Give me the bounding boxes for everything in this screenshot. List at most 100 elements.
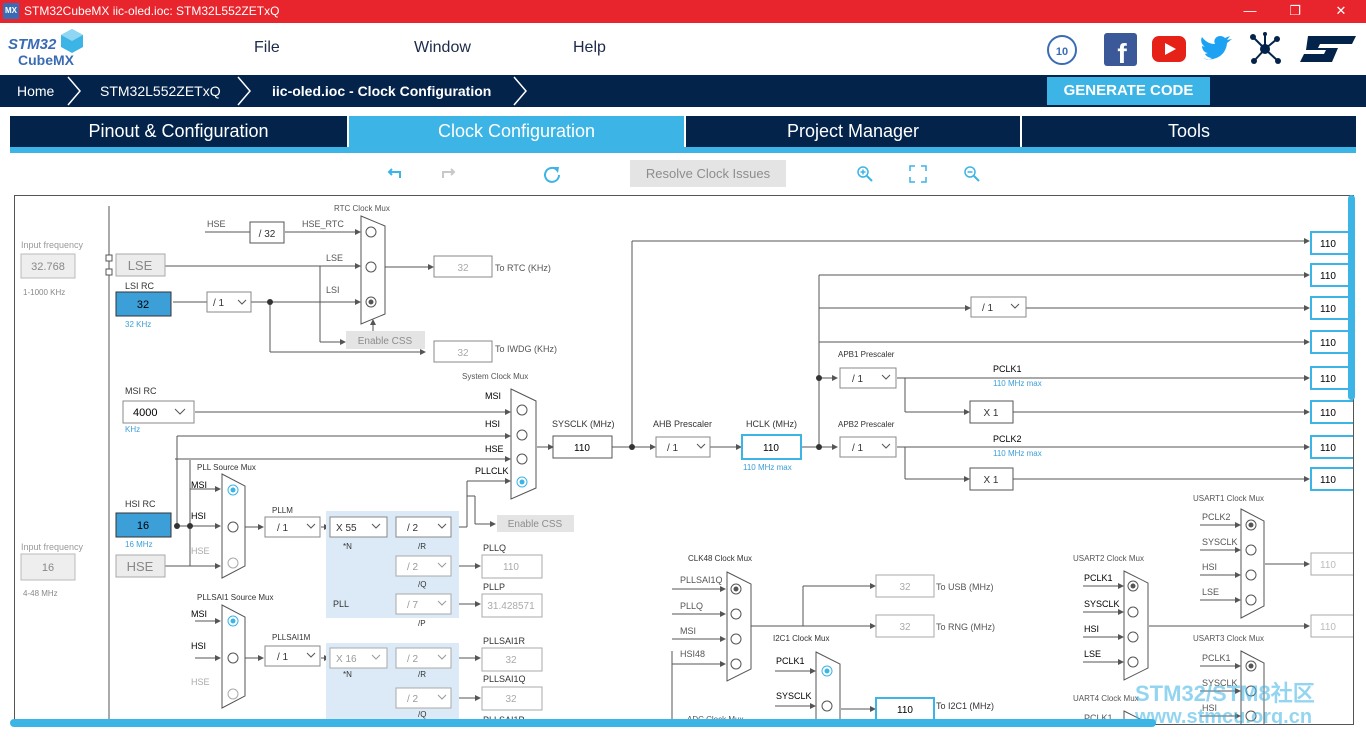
i2c1-pclk1-label: PCLK1 — [776, 656, 805, 666]
sysclk-label: SYSCLK (MHz) — [552, 419, 615, 429]
hsi-rc-label: HSI RC — [125, 499, 156, 509]
usart1-pclk2-label: PCLK2 — [1202, 512, 1231, 522]
apb1-prescaler-label: APB1 Prescaler — [838, 350, 895, 359]
stm32cubemx-logo: STM32 CubeMX — [8, 28, 88, 72]
usart1-sysclk-radio[interactable] — [1245, 544, 1257, 556]
menu-help[interactable]: Help — [573, 39, 606, 57]
menu-file[interactable]: File — [254, 39, 280, 57]
zoom-out-icon[interactable] — [962, 164, 982, 184]
usart2-hsi-radio[interactable] — [1127, 631, 1139, 643]
tab-tools[interactable]: Tools — [1022, 116, 1356, 147]
usart1-hsi-radio[interactable] — [1245, 569, 1257, 581]
pllsai1-mux-hsi-radio[interactable] — [227, 652, 239, 664]
horizontal-scrollbar[interactable] — [10, 719, 1156, 727]
enable-css-label: Enable CSS — [358, 336, 413, 347]
rtc-mux-lse-radio[interactable] — [365, 261, 377, 273]
output-value: 110 — [1320, 304, 1336, 315]
i2c1-clock-mux[interactable] — [815, 651, 841, 725]
restore-icon[interactable]: ❐ — [1272, 0, 1318, 23]
sys-mux-hse-radio[interactable] — [516, 453, 528, 465]
usb-output-value: 32 — [899, 582, 911, 593]
breadcrumb-project[interactable]: iic-oled.ioc - Clock Configuration — [272, 75, 491, 107]
usart2-pclk1-label: PCLK1 — [1084, 573, 1113, 583]
undo-icon[interactable] — [385, 164, 405, 184]
st-logo-icon[interactable] — [1298, 34, 1358, 64]
tab-pinout-configuration[interactable]: Pinout & Configuration — [10, 116, 347, 147]
facebook-icon[interactable]: f — [1104, 33, 1137, 66]
hse-input-frequency-label: Input frequency — [21, 542, 84, 552]
pllsai1-hse-label: HSE — [191, 677, 210, 687]
rtc-lsi-label: LSI — [326, 285, 340, 295]
fit-screen-icon[interactable] — [908, 164, 928, 184]
pclk2-label: PCLK2 — [993, 434, 1022, 444]
redo-icon[interactable] — [438, 164, 458, 184]
pll-mux-hse-radio[interactable] — [227, 557, 239, 569]
refresh-icon[interactable] — [542, 164, 562, 184]
output-value: 110 — [1320, 338, 1336, 349]
minimize-icon[interactable]: — — [1227, 0, 1273, 23]
pllp-label: PLLP — [483, 582, 505, 592]
to-iwdg-label: To IWDG (KHz) — [495, 344, 557, 354]
pllsai1r-div-value: / 2 — [407, 654, 419, 665]
breadcrumb: Home STM32L552ZETxQ iic-oled.ioc - Clock… — [0, 75, 1366, 107]
close-icon[interactable]: ✕ — [1318, 0, 1364, 23]
clk48-hsi48-radio[interactable] — [730, 658, 742, 670]
apb2-timer-multiplier-value: X 1 — [983, 475, 998, 486]
watermark-line2: www.stmcu.org.cn — [1134, 706, 1312, 725]
pllsai1-r-label: /R — [418, 670, 426, 679]
clk48-msi-radio[interactable] — [730, 633, 742, 645]
usart2-mux-label: USART2 Clock Mux — [1073, 554, 1144, 563]
pll-p-label: /P — [418, 619, 426, 628]
rtc-mux-hse-radio[interactable] — [365, 226, 377, 238]
cortex-timer-divider-select[interactable] — [970, 296, 1027, 318]
i2c1-sysclk-radio[interactable] — [821, 700, 833, 712]
lse-source-label: LSE — [128, 258, 153, 273]
pll-mux-hsi-radio[interactable] — [227, 521, 239, 533]
pclk2-max: 110 MHz max — [993, 449, 1042, 458]
anniversary-badge-icon[interactable]: 10 — [1046, 34, 1078, 66]
pllsai1m-value: / 1 — [277, 652, 289, 663]
breadcrumb-chevron-icon — [237, 76, 251, 106]
sys-mux-hsi-radio[interactable] — [516, 429, 528, 441]
resolve-clock-issues-button[interactable]: Resolve Clock Issues — [630, 160, 786, 187]
ahb-prescaler-value: / 1 — [667, 443, 679, 454]
youtube-icon[interactable] — [1152, 36, 1186, 62]
tab-clock-configuration[interactable]: Clock Configuration — [349, 116, 684, 147]
breadcrumb-device[interactable]: STM32L552ZETxQ — [100, 75, 221, 107]
pllsai1-mux-hse-radio[interactable] — [227, 688, 239, 700]
rtc-lse-label: LSE — [326, 253, 343, 263]
tab-project-manager[interactable]: Project Manager — [686, 116, 1020, 147]
junction-dot — [629, 444, 635, 450]
zoom-in-icon[interactable] — [855, 164, 875, 184]
pclk1-label: PCLK1 — [993, 364, 1022, 374]
network-icon[interactable] — [1248, 32, 1282, 66]
output-value: 110 — [1320, 408, 1336, 419]
twitter-icon[interactable] — [1200, 35, 1234, 65]
radio-selected-dot — [519, 479, 525, 485]
breadcrumb-home[interactable]: Home — [17, 75, 54, 107]
hse-label: HSE — [207, 219, 226, 229]
usart1-sysclk-label: SYSCLK — [1202, 537, 1238, 547]
usart2-output-value: 110 — [1320, 622, 1336, 633]
radio-selected-dot — [368, 299, 374, 305]
sys-mux-msi-radio[interactable] — [516, 404, 528, 416]
vertical-scrollbar[interactable] — [1348, 195, 1355, 400]
pll-mux-hse-label: HSE — [191, 546, 210, 556]
app-icon: MX — [3, 3, 19, 19]
clk48-pllq-radio[interactable] — [730, 608, 742, 620]
clk48-pllsai1q-label: PLLSAI1Q — [680, 575, 723, 585]
usart1-mux-label: USART1 Clock Mux — [1193, 494, 1264, 503]
pll-n-label: *N — [343, 542, 352, 551]
usart1-lse-radio[interactable] — [1245, 594, 1257, 606]
to-rtc-label: To RTC (KHz) — [495, 263, 551, 273]
usart2-sysclk-radio[interactable] — [1127, 606, 1139, 618]
breadcrumb-chevron-icon — [513, 76, 527, 106]
lsi-unit: 32 KHz — [125, 320, 151, 329]
usart3-pclk1-label: PCLK1 — [1202, 653, 1231, 663]
radio-selected-dot — [824, 668, 830, 674]
generate-code-button[interactable]: GENERATE CODE — [1047, 77, 1210, 105]
radio-selected-dot — [1248, 522, 1254, 528]
menu-window[interactable]: Window — [414, 39, 471, 57]
pllr-value: / 2 — [407, 523, 419, 534]
usart2-lse-radio[interactable] — [1127, 656, 1139, 668]
